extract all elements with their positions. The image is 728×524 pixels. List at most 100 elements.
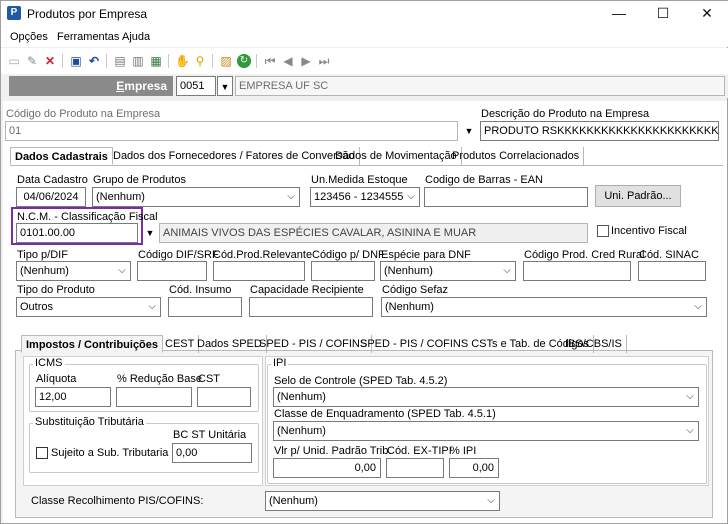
selo-select[interactable]: (Nenhum) ⌵ xyxy=(273,387,699,407)
window-title: Produtos por Empresa xyxy=(27,7,148,21)
toolbar-separator xyxy=(168,54,169,68)
chevron-down-icon: ⌵ xyxy=(403,188,419,206)
menu-ferramentas[interactable]: Ferramentas xyxy=(57,31,119,43)
undo-icon[interactable]: ↶ xyxy=(87,54,101,68)
classe-select[interactable]: (Nenhum) ⌵ xyxy=(273,421,699,441)
prev-icon[interactable]: ◀ xyxy=(281,54,295,68)
menu-ajuda[interactable]: Ajuda xyxy=(122,31,150,43)
toolbar-separator xyxy=(62,54,63,68)
menu-bar: Opções Ferramentas Ajuda xyxy=(1,27,728,47)
edit-icon[interactable]: ✎ xyxy=(25,54,39,68)
ncm-description-field: ANIMAIS VIVOS DAS ESPÉCIES CAVALAR, ASIN… xyxy=(159,223,588,243)
codigo-dropdown-button[interactable]: ▼ xyxy=(461,121,477,141)
vlr-unid-label: Vlr p/ Unid. Padrão Trib. xyxy=(274,445,392,457)
app-logo-icon: P xyxy=(7,6,21,20)
ncm-dropdown-button[interactable]: ▼ xyxy=(142,223,158,243)
reducao-field[interactable] xyxy=(116,387,192,407)
icms-title: ICMS xyxy=(33,357,65,369)
cst-label: CST xyxy=(198,373,220,385)
codigo-label: Código do Produto na Empresa xyxy=(6,108,161,120)
tipo-produto-select[interactable]: Outros ⌵ xyxy=(16,297,161,317)
cod-dif-field[interactable] xyxy=(137,261,207,281)
incentivo-label: Incentivo Fiscal xyxy=(611,225,687,237)
subtab-sped-csts[interactable]: SPED - PIS / COFINS CSTs e Tab. de Códig… xyxy=(356,335,595,353)
cod-dnf-field[interactable] xyxy=(311,261,375,281)
print-icon[interactable]: ▤ xyxy=(113,54,127,68)
cod-dif-label: Código DIF/SRF xyxy=(138,249,219,261)
capacidade-field[interactable] xyxy=(249,297,373,317)
chevron-down-icon: ⌵ xyxy=(694,301,702,312)
search-icon[interactable]: ⚲ xyxy=(193,54,207,68)
cod-dnf-label: Código p/ DNF xyxy=(312,249,385,261)
uni-padrao-button[interactable]: Uni. Padrão... xyxy=(595,185,681,207)
sujeito-label: Sujeito a Sub. Tributaria xyxy=(51,447,169,459)
tipo-pdif-select[interactable]: (Nenhum) ⌵ xyxy=(16,261,131,281)
descricao-label: Descrição do Produto na Empresa xyxy=(481,108,650,120)
subtab-ibs-cbs-is[interactable]: IBS/CBS/IS xyxy=(561,335,627,353)
cst-field[interactable] xyxy=(197,387,251,407)
empresa-bar: Empresa 0051 ▼ EMPRESA UF SC xyxy=(1,74,728,98)
sinac-field[interactable] xyxy=(638,261,706,281)
next-icon[interactable]: ▶ xyxy=(299,54,313,68)
classe-label: Classe de Enquadramento (SPED Tab. 4.5.1… xyxy=(274,408,496,420)
chevron-down-icon: ⌵ xyxy=(118,265,126,276)
grupo-select[interactable]: (Nenhum) ⌵ xyxy=(92,187,300,207)
bc-st-label: BC ST Unitária xyxy=(173,429,247,441)
ncm-field[interactable]: 0101.00.00 xyxy=(16,223,138,243)
attach-icon[interactable]: ▨ xyxy=(219,54,233,68)
tab-dados-fornecedores[interactable]: Dados dos Fornecedores / Fatores de Conv… xyxy=(109,147,360,165)
pis-cofins-select[interactable]: (Nenhum) ⌵ xyxy=(265,491,500,511)
subtab-sped-pis-cofins[interactable]: SPED - PIS / COFINS xyxy=(255,335,373,353)
bc-st-field[interactable]: 0,00 xyxy=(172,443,252,463)
ean-field[interactable] xyxy=(424,187,588,207)
maximize-button[interactable]: ☐ xyxy=(641,1,685,27)
hand-icon[interactable]: ✋ xyxy=(175,54,190,68)
pct-ipi-label: % IPI xyxy=(450,445,477,457)
close-button[interactable]: ✕ xyxy=(685,1,728,27)
insumo-field[interactable] xyxy=(168,297,242,317)
st-title: Substituição Tributária xyxy=(33,416,146,428)
codigo-field[interactable]: 01 xyxy=(5,121,458,141)
selo-value: (Nenhum) xyxy=(277,391,326,403)
ex-tipi-field[interactable] xyxy=(386,458,444,478)
minimize-button[interactable]: — xyxy=(597,1,641,27)
tab-dados-cadastrais[interactable]: Dados Cadastrais xyxy=(10,147,113,165)
un-medida-select[interactable]: 123456 - 123455555 ⌵ xyxy=(310,187,420,207)
reducao-label: % Redução Base xyxy=(117,373,202,385)
aliquota-field[interactable]: 12,00 xyxy=(35,387,111,407)
toolbar: ▭ ✎ ✕ ▣ ↶ ▤ ▥ ▦ ✋ ⚲ ▨ ↻ ⏮ ◀ ▶ ⏭ xyxy=(1,48,728,74)
refresh-icon[interactable]: ↻ xyxy=(237,54,251,68)
tipo-pdif-label: Tipo p/DIF xyxy=(17,249,68,261)
sujeito-checkbox[interactable] xyxy=(36,447,48,459)
new-icon[interactable]: ▭ xyxy=(7,54,21,68)
sinac-label: Cód. SINAC xyxy=(639,249,699,261)
tipo-produto-label: Tipo do Produto xyxy=(17,284,95,296)
empresa-code-field[interactable]: 0051 xyxy=(176,76,216,96)
app-window: P Produtos por Empresa — ☐ ✕ Opções Ferr… xyxy=(0,0,728,524)
menu-opcoes[interactable]: Opções xyxy=(10,31,48,43)
subtab-impostos[interactable]: Impostos / Contribuições xyxy=(21,335,164,353)
tipo-pdif-value: (Nenhum) xyxy=(20,265,69,277)
export-icon[interactable]: ▦ xyxy=(149,54,163,68)
empresa-dropdown-button[interactable]: ▼ xyxy=(217,76,233,96)
cred-rural-field[interactable] xyxy=(523,261,631,281)
pis-cofins-value: (Nenhum) xyxy=(269,495,318,507)
delete-icon[interactable]: ✕ xyxy=(43,54,57,68)
un-medida-label: Un.Medida Estoque xyxy=(311,174,408,186)
first-icon[interactable]: ⏮ xyxy=(263,54,277,68)
cod-relevante-field[interactable] xyxy=(213,261,305,281)
print-preview-icon[interactable]: ▥ xyxy=(131,54,145,68)
descricao-field[interactable]: PRODUTO RSKKKKKKKKKKKKKKKKKKKKKKKKKKKKKK… xyxy=(480,121,719,141)
incentivo-checkbox[interactable] xyxy=(597,225,609,237)
last-icon[interactable]: ⏭ xyxy=(317,54,331,68)
tabs-divider xyxy=(10,165,723,166)
especie-dnf-select[interactable]: (Nenhum) ⌵ xyxy=(380,261,516,281)
tab-dados-movimentacao[interactable]: Dados de Movimentação xyxy=(331,147,462,165)
grupo-label: Grupo de Produtos xyxy=(93,174,186,186)
save-icon[interactable]: ▣ xyxy=(69,54,83,68)
tab-produtos-correlacionados[interactable]: Produtos Correlacionados xyxy=(448,147,585,165)
vlr-unid-field[interactable]: 0,00 xyxy=(273,458,381,478)
pct-ipi-field[interactable]: 0,00 xyxy=(449,458,499,478)
sefaz-select[interactable]: (Nenhum) ⌵ xyxy=(381,297,707,317)
data-cadastro-field[interactable]: 04/06/2024 xyxy=(16,187,86,207)
